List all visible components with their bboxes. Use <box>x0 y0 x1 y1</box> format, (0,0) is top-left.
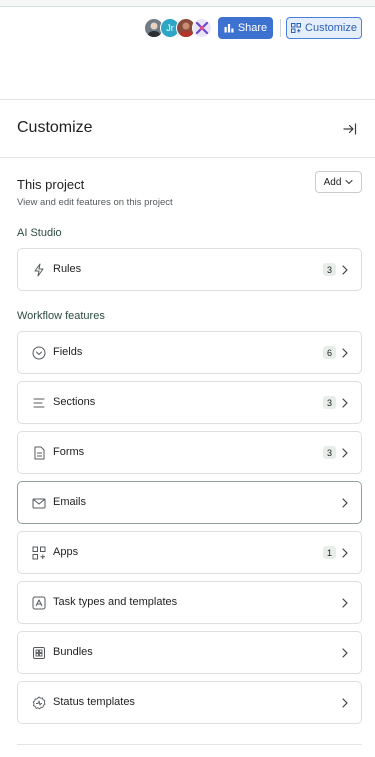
add-button[interactable]: Add <box>315 171 362 193</box>
divider <box>0 99 375 100</box>
count-badge: 3 <box>323 396 336 409</box>
chevron-right-icon <box>341 597 349 609</box>
lightning-icon <box>31 262 47 278</box>
divider <box>0 157 375 158</box>
section-title: This project <box>17 177 85 192</box>
share-chart-icon <box>224 24 234 33</box>
toolbar-divider <box>280 19 281 37</box>
bot-icon <box>195 21 209 35</box>
share-label: Share <box>237 22 268 34</box>
add-label: Add <box>323 176 342 188</box>
chevron-right-icon <box>341 397 349 409</box>
chevron-right-icon <box>341 264 349 276</box>
count-badge: 1 <box>323 546 336 559</box>
feature-card-emails[interactable]: Emails <box>17 481 362 524</box>
share-button[interactable]: Share <box>218 17 273 39</box>
feature-label: Emails <box>53 496 87 508</box>
feature-label: Status templates <box>53 696 135 708</box>
chevron-circle-icon <box>31 345 47 361</box>
feature-label: Rules <box>53 263 82 275</box>
chevron-right-icon <box>341 447 349 459</box>
collapse-panel-button[interactable] <box>342 121 358 137</box>
feature-card-task-types[interactable]: Task types and templates <box>17 581 362 624</box>
divider <box>17 744 362 745</box>
feature-label: Bundles <box>53 646 93 658</box>
section-subtitle: View and edit features on this project <box>17 197 173 208</box>
panel-title: Customize <box>17 119 93 136</box>
form-icon <box>31 445 47 461</box>
chevron-right-icon <box>341 647 349 659</box>
group-label-ai-studio: AI Studio <box>17 227 62 239</box>
chevron-right-icon <box>341 497 349 509</box>
envelope-icon <box>31 495 47 511</box>
project-toolbar: Jr Share Customize <box>0 12 375 44</box>
top-strip <box>0 0 375 7</box>
apps-icon <box>31 545 47 561</box>
group-label-workflow: Workflow features <box>17 310 105 322</box>
avatar[interactable] <box>192 18 212 38</box>
feature-label: Fields <box>53 346 83 358</box>
count-badge: 3 <box>323 263 336 276</box>
lines-icon <box>31 395 47 411</box>
feature-label: Task types and templates <box>53 596 178 608</box>
feature-card-status-templates[interactable]: Status templates <box>17 681 362 724</box>
count-badge: 6 <box>323 346 336 359</box>
count-badge: 3 <box>323 446 336 459</box>
feature-card-sections[interactable]: Sections 3 <box>17 381 362 424</box>
feature-card-forms[interactable]: Forms 3 <box>17 431 362 474</box>
feature-card-bundles[interactable]: Bundles <box>17 631 362 674</box>
chevron-down-icon <box>345 179 353 185</box>
chevron-right-icon <box>341 547 349 559</box>
bundle-icon <box>31 645 47 661</box>
collapse-right-icon <box>343 123 357 135</box>
feature-label: Forms <box>53 446 85 458</box>
customize-grid-icon <box>291 23 302 33</box>
status-icon <box>31 695 47 711</box>
customize-label: Customize <box>305 22 357 34</box>
feature-label: Apps <box>53 546 79 558</box>
chevron-right-icon <box>341 347 349 359</box>
feature-card-rules[interactable]: Rules 3 <box>17 248 362 291</box>
chevron-right-icon <box>341 697 349 709</box>
feature-label: Sections <box>53 396 96 408</box>
template-icon <box>31 595 47 611</box>
customize-button[interactable]: Customize <box>286 17 362 39</box>
feature-card-apps[interactable]: Apps 1 <box>17 531 362 574</box>
avatar-initials: Jr <box>166 23 174 33</box>
feature-card-fields[interactable]: Fields 6 <box>17 331 362 374</box>
